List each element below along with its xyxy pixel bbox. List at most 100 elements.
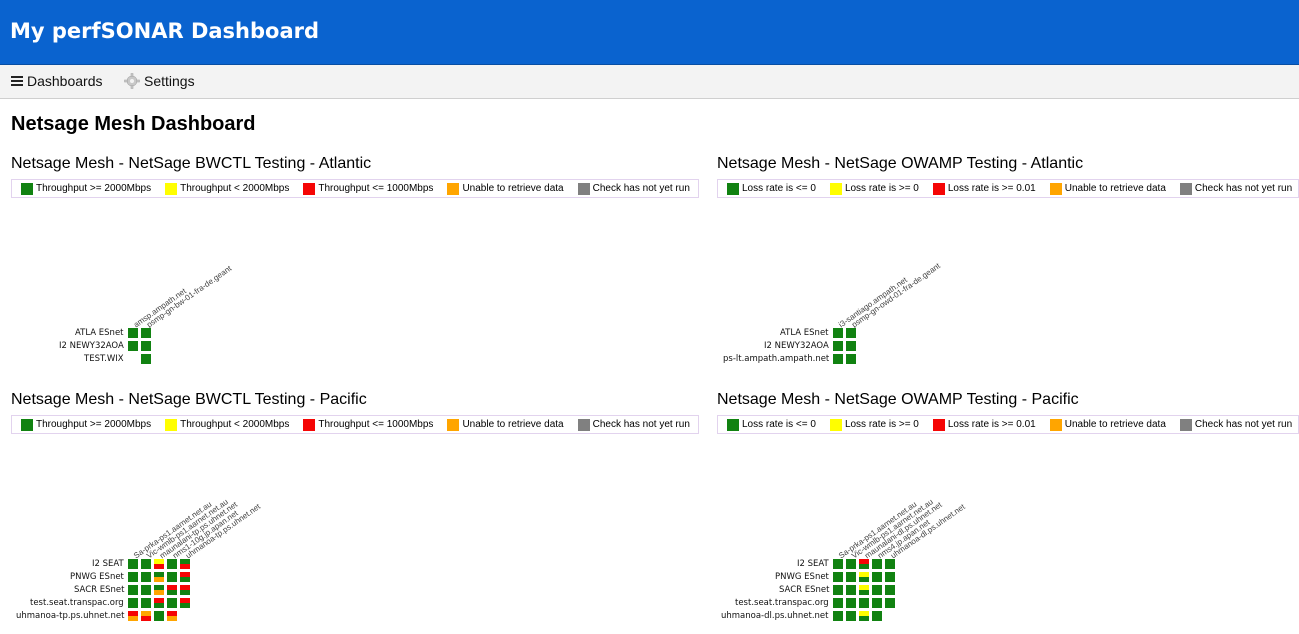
mesh-cell[interactable] (167, 559, 177, 569)
mesh-cell[interactable] (154, 598, 164, 608)
mesh-cell[interactable] (859, 572, 869, 582)
mesh-cell[interactable] (833, 611, 843, 621)
mesh-cell[interactable] (128, 572, 138, 582)
app-header: My perfSONAR Dashboard (0, 0, 1299, 65)
mesh-cell[interactable] (859, 559, 869, 569)
mesh-cell[interactable] (885, 598, 895, 608)
row-label: ATLA ESnet (75, 328, 124, 338)
legend-swatch (1179, 418, 1192, 431)
mesh-cell[interactable] (833, 598, 843, 608)
mesh-cell[interactable] (141, 598, 151, 608)
section-title: Netsage Mesh - NetSage BWCTL Testing - P… (11, 391, 367, 408)
mesh-cell[interactable] (141, 572, 151, 582)
hamburger-icon (11, 74, 23, 88)
legend-swatch (447, 182, 460, 195)
legend-item: Unable to retrieve data (447, 418, 564, 431)
mesh-cell[interactable] (859, 585, 869, 595)
legend-swatch (165, 182, 178, 195)
legend-item: Loss rate is <= 0 (727, 418, 816, 431)
mesh-cell[interactable] (846, 572, 856, 582)
legend-label: Loss rate is <= 0 (742, 419, 816, 430)
mesh-cell[interactable] (141, 354, 151, 364)
legend-swatch (829, 182, 842, 195)
mesh-cell[interactable] (180, 559, 190, 569)
row-label: I2 SEAT (797, 559, 829, 569)
legend-label: Unable to retrieve data (462, 419, 564, 430)
mesh-cell[interactable] (872, 598, 882, 608)
legend-swatch (165, 418, 178, 431)
mesh-cell[interactable] (859, 598, 869, 608)
mesh-cell[interactable] (180, 572, 190, 582)
mesh-cell[interactable] (846, 328, 856, 338)
mesh-cell[interactable] (885, 572, 895, 582)
mesh-cell[interactable] (167, 598, 177, 608)
mesh-cell[interactable] (154, 559, 164, 569)
mesh-cell[interactable] (833, 341, 843, 351)
legend-label: Throughput <= 1000Mbps (318, 419, 434, 430)
mesh-cell[interactable] (154, 585, 164, 595)
mesh-cell[interactable] (128, 559, 138, 569)
settings-menu[interactable]: Settings (124, 73, 195, 89)
row-label: PNWG ESnet (775, 572, 829, 582)
mesh-cell[interactable] (872, 585, 882, 595)
mesh-cell[interactable] (180, 585, 190, 595)
mesh-cell[interactable] (846, 611, 856, 621)
app-title: My perfSONAR Dashboard (10, 19, 320, 43)
mesh-cell[interactable] (141, 585, 151, 595)
legend-label: Check has not yet run (592, 183, 690, 194)
legend-label: Loss rate is >= 0 (844, 183, 919, 194)
mesh-cell[interactable] (154, 611, 164, 621)
mesh-cell[interactable] (846, 585, 856, 595)
legend-label: Loss rate is >= 0 (844, 419, 919, 430)
mesh-cell[interactable] (128, 585, 138, 595)
mesh-cell[interactable] (128, 328, 138, 338)
legend-swatch (1049, 418, 1062, 431)
legend-item: Check has not yet run (577, 418, 690, 431)
legend-item: Throughput >= 2000Mbps (21, 418, 151, 431)
legend-swatch (303, 418, 316, 431)
mesh-cell[interactable] (154, 572, 164, 582)
mesh-cell[interactable] (128, 611, 138, 621)
legend-swatch (932, 182, 945, 195)
mesh-cell[interactable] (872, 572, 882, 582)
mesh-cell[interactable] (141, 559, 151, 569)
mesh-cell[interactable] (833, 585, 843, 595)
mesh-cell[interactable] (141, 341, 151, 351)
legend-item: Throughput < 2000Mbps (165, 182, 289, 195)
mesh-cell[interactable] (128, 341, 138, 351)
page-title: Netsage Mesh Dashboard (11, 113, 256, 135)
mesh-cell[interactable] (885, 559, 895, 569)
mesh-cell[interactable] (872, 611, 882, 621)
mesh-cell[interactable] (833, 354, 843, 364)
legend-label: Throughput < 2000Mbps (180, 419, 290, 430)
legend-swatch (21, 182, 33, 195)
mesh-cell[interactable] (180, 598, 190, 608)
mesh-cell[interactable] (167, 611, 177, 621)
mesh-cell[interactable] (846, 341, 856, 351)
row-label: uhmanoa-dl.ps.uhnet.net (721, 611, 829, 621)
mesh-cell[interactable] (141, 611, 151, 621)
legend-label: Unable to retrieve data (462, 183, 564, 194)
mesh-cell[interactable] (885, 585, 895, 595)
legend: Loss rate is <= 0 Loss rate is >= 0 Loss r… (717, 415, 1299, 434)
legend-label: Check has not yet run (592, 419, 690, 430)
legend-swatch (727, 182, 739, 195)
section-title: Netsage Mesh - NetSage BWCTL Testing - A… (11, 155, 372, 172)
mesh-cell[interactable] (846, 598, 856, 608)
row-label: ps-lt.ampath.ampath.net (723, 354, 830, 364)
mesh-cell[interactable] (141, 328, 151, 338)
mesh-cell[interactable] (846, 559, 856, 569)
dashboards-menu[interactable]: Dashboards (11, 73, 103, 89)
mesh-cell[interactable] (128, 598, 138, 608)
mesh-cell[interactable] (833, 328, 843, 338)
legend-item: Throughput >= 2000Mbps (21, 182, 151, 195)
mesh-cell[interactable] (872, 559, 882, 569)
legend-item: Throughput <= 1000Mbps (303, 182, 433, 195)
legend-label: Loss rate is >= 0.01 (947, 183, 1036, 194)
mesh-cell[interactable] (167, 572, 177, 582)
mesh-cell[interactable] (167, 585, 177, 595)
mesh-cell[interactable] (833, 572, 843, 582)
mesh-cell[interactable] (859, 611, 869, 621)
mesh-cell[interactable] (833, 559, 843, 569)
mesh-cell[interactable] (846, 354, 856, 364)
